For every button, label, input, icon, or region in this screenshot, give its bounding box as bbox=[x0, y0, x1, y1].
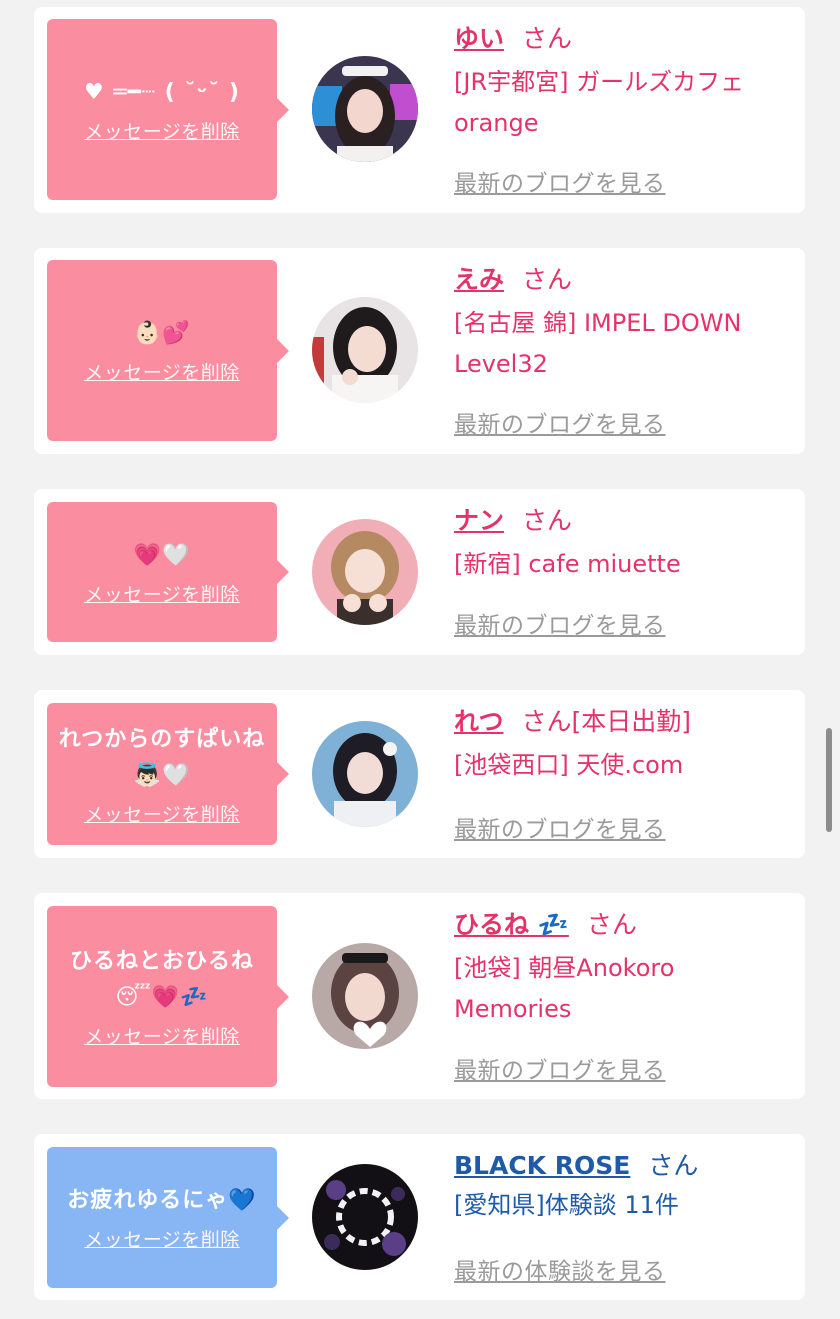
honorific: さん bbox=[522, 24, 573, 53]
shop-info: えみ さん [名古屋 錦] IMPEL DOWN Level32 bbox=[454, 263, 799, 385]
latest-blog-link[interactable]: 最新のブログを見る bbox=[454, 405, 666, 439]
scrollbar[interactable] bbox=[826, 728, 832, 832]
message-bubble: 💗🤍 メッセージを削除 bbox=[47, 502, 289, 642]
delete-message-link[interactable]: メッセージを削除 bbox=[84, 580, 240, 607]
latest-blog-link[interactable]: 最新のブログを見る bbox=[454, 1051, 666, 1085]
message-bubble: ひるねとおひるね😴💗💤 メッセージを削除 bbox=[47, 906, 289, 1087]
review-info: [愛知県]体験談 11件 bbox=[454, 1191, 679, 1219]
delete-message-link[interactable]: メッセージを削除 bbox=[84, 800, 240, 827]
message-text: れつからのすぱいね👼🏻🤍 bbox=[58, 726, 266, 788]
latest-review-link[interactable]: 最新の体験談を見る bbox=[454, 1252, 666, 1286]
shop-info: れつ さん[本日出勤] [池袋西口] 天使.com bbox=[454, 705, 799, 786]
girl-name-link[interactable]: ひるね 💤 bbox=[454, 910, 569, 939]
shop-info: ひるね 💤 さん [池袋] 朝昼Anokoro Memories bbox=[454, 908, 799, 1030]
delete-message-link[interactable]: メッセージを削除 bbox=[84, 1225, 240, 1252]
avatar[interactable] bbox=[312, 721, 418, 827]
avatar[interactable] bbox=[312, 297, 418, 403]
message-card: 👶🏻💕 メッセージを削除 えみ さん [名古屋 錦] IMPEL DOWN Lev… bbox=[34, 248, 805, 454]
latest-blog-link[interactable]: 最新のブログを見る bbox=[454, 810, 666, 844]
message-text: お疲れゆるにゃ💙 bbox=[67, 1188, 257, 1213]
avatar[interactable] bbox=[312, 943, 418, 1049]
girl-name-link[interactable]: ゆい bbox=[454, 24, 504, 53]
avatar[interactable] bbox=[312, 519, 418, 625]
message-bubble: れつからのすぱいね👼🏻🤍 メッセージを削除 bbox=[47, 703, 289, 845]
shop-info: ナン さん [新宿] cafe miuette bbox=[454, 504, 799, 585]
message-text: ♥ ═━┈ ( ˘ᵕ˘ ) bbox=[84, 80, 240, 105]
honorific: さん bbox=[648, 1151, 699, 1180]
message-card: れつからのすぱいね👼🏻🤍 メッセージを削除 れつ さん[本日出勤] [池袋西口] … bbox=[34, 690, 805, 858]
honorific: さん bbox=[522, 265, 573, 294]
message-bubble: 👶🏻💕 メッセージを削除 bbox=[47, 260, 289, 441]
message-bubble: お疲れゆるにゃ💙 メッセージを削除 bbox=[47, 1147, 289, 1288]
delete-message-link[interactable]: メッセージを削除 bbox=[84, 1022, 240, 1049]
honorific: さん bbox=[522, 506, 573, 535]
shop-name-link[interactable]: BLACK ROSE bbox=[454, 1151, 630, 1180]
shop-name: [新宿] cafe miuette bbox=[454, 550, 681, 578]
latest-blog-link[interactable]: 最新のブログを見る bbox=[454, 164, 666, 198]
honorific: さん bbox=[586, 910, 637, 939]
message-text: 👶🏻💕 bbox=[133, 321, 191, 346]
delete-message-link[interactable]: メッセージを削除 bbox=[84, 358, 240, 385]
message-card: ひるねとおひるね😴💗💤 メッセージを削除 ひるね 💤 さん [池袋] 朝昼Anok… bbox=[34, 893, 805, 1099]
message-text: 💗🤍 bbox=[133, 542, 191, 568]
delete-message-link[interactable]: メッセージを削除 bbox=[84, 117, 240, 144]
attendance-badge: [本日出勤] bbox=[571, 707, 692, 736]
shop-name: [JR宇都宮] ガールズカフェorange bbox=[454, 68, 745, 137]
avatar[interactable] bbox=[312, 1164, 418, 1270]
girl-name-link[interactable]: れつ bbox=[454, 707, 504, 736]
shop-name: [池袋西口] 天使.com bbox=[454, 751, 684, 779]
avatar[interactable] bbox=[312, 56, 418, 162]
shop-name: [名古屋 錦] IMPEL DOWN Level32 bbox=[454, 309, 742, 378]
girl-name-link[interactable]: えみ bbox=[454, 265, 504, 294]
shop-info: BLACK ROSE さん [愛知県]体験談 11件 bbox=[454, 1149, 799, 1226]
message-card: ♥ ═━┈ ( ˘ᵕ˘ ) メッセージを削除 ゆい さん [JR宇都宮] ガールズ… bbox=[34, 7, 805, 213]
shop-name: [池袋] 朝昼Anokoro Memories bbox=[454, 954, 675, 1023]
shop-info: ゆい さん [JR宇都宮] ガールズカフェorange bbox=[454, 22, 799, 144]
latest-blog-link[interactable]: 最新のブログを見る bbox=[454, 606, 666, 640]
message-text: ひるねとおひるね😴💗💤 bbox=[69, 949, 254, 1010]
honorific: さん bbox=[521, 707, 572, 736]
message-bubble: ♥ ═━┈ ( ˘ᵕ˘ ) メッセージを削除 bbox=[47, 19, 289, 200]
message-card: 💗🤍 メッセージを削除 ナン さん [新宿] cafe miuette 最新のブロ… bbox=[34, 489, 805, 655]
girl-name-link[interactable]: ナン bbox=[454, 506, 504, 535]
message-card: お疲れゆるにゃ💙 メッセージを削除 BLACK ROSE さん [愛知県]体験談 … bbox=[34, 1134, 805, 1300]
